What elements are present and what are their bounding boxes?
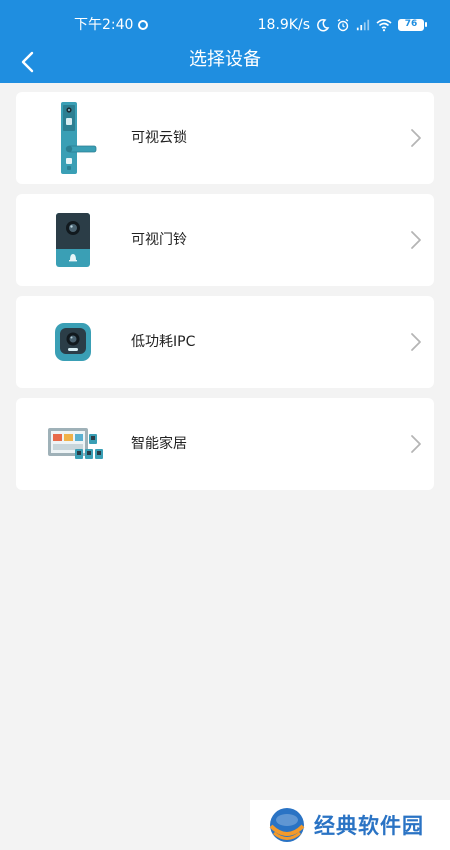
battery-icon: 76 [398,19,427,31]
device-label: 可视门铃 [131,232,187,248]
header-area: 下午2:40 18.9K/s 76 选择设备 [0,0,450,83]
cellular-signal-icon [356,19,370,31]
sync-indicator-icon [138,20,149,30]
device-item-smart-home[interactable]: 智能家居 [16,398,434,490]
alarm-clock-icon [337,18,349,32]
watermark-logo-icon [269,808,305,842]
status-indicators: 18.9K/s 76 [257,16,427,34]
device-list: 可视云锁 可视门铃 低功耗IPC 智能家居 [16,92,434,500]
smart-home-kit-icon [44,404,110,484]
smart-lock-icon [40,98,106,178]
device-item-low-power-ipc[interactable]: 低功耗IPC [16,296,434,388]
watermark: 经典软件园 [250,800,450,850]
ipc-camera-icon [40,302,106,382]
chevron-right-icon [411,231,421,249]
status-bar: 下午2:40 18.9K/s 76 [0,0,450,40]
moon-icon [317,18,330,32]
device-label: 可视云锁 [131,130,187,146]
device-item-video-doorbell[interactable]: 可视门铃 [16,194,434,286]
status-time-group: 下午2:40 [74,16,149,34]
page-title: 选择设备 [189,49,261,70]
video-doorbell-icon [40,200,106,280]
status-time: 下午2:40 [74,17,134,33]
wifi-icon [376,19,392,32]
device-label: 智能家居 [131,436,187,452]
nav-bar: 选择设备 [0,40,450,83]
chevron-right-icon [411,129,421,147]
network-speed: 18.9K/s [257,17,310,33]
chevron-right-icon [411,435,421,453]
watermark-text: 经典软件园 [314,814,424,838]
chevron-right-icon [411,333,421,351]
device-item-smart-lock[interactable]: 可视云锁 [16,92,434,184]
device-label: 低功耗IPC [131,334,196,350]
